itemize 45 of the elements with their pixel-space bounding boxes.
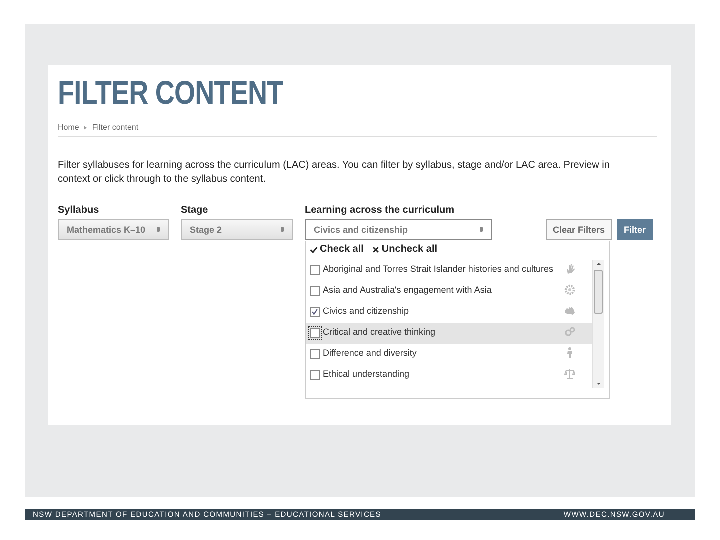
clear-filters-button[interactable]: Clear Filters: [546, 219, 612, 240]
gears-icon: [564, 326, 576, 338]
checkbox[interactable]: [310, 286, 320, 296]
checkbox[interactable]: [310, 370, 320, 380]
hand-icon: [564, 263, 576, 275]
checkbox[interactable]: [310, 307, 320, 317]
up-arrow-icon[interactable]: [594, 260, 602, 268]
check-icon: [310, 246, 318, 254]
check-all-link[interactable]: Check all: [310, 244, 364, 255]
scrollbar[interactable]: [592, 260, 604, 388]
filter-label: Learning across the curriculum: [305, 205, 456, 216]
caret-icon: [480, 227, 483, 232]
close-icon: [372, 246, 380, 254]
option-label: Civics and citizenship: [323, 305, 410, 317]
filter-button[interactable]: Filter: [617, 219, 654, 240]
breadcrumb-current: Filter content: [92, 123, 139, 132]
dropdown-select[interactable]: Civics and citizenship: [305, 219, 492, 240]
option-label: Critical and creative thinking: [323, 326, 437, 338]
option-label: Asia and Australia's engagement with Asia: [323, 284, 493, 296]
checkbox[interactable]: [310, 265, 320, 275]
dropdown-option[interactable]: Critical and creative thinking: [306, 323, 592, 344]
option-label: Difference and diversity: [323, 347, 418, 359]
dropdown-option[interactable]: Difference and diversity: [306, 344, 592, 365]
dropdown-select[interactable]: Mathematics K–10: [58, 219, 169, 240]
dropdown-select[interactable]: Stage 2: [181, 219, 293, 240]
option-label: Aboriginal and Torres Strait Islander histories and cultures: [323, 263, 554, 275]
page-title: FILTER CONTENT: [58, 73, 284, 113]
breadcrumb-link[interactable]: Home: [58, 123, 80, 132]
option-label: Ethical understanding: [323, 368, 411, 380]
intro-text: Filter syllabuses for learning across the curriculum (LAC) areas. You can filter by syllabus, stage and/or LAC area. Preview in context or click through to the syllabus content.: [58, 159, 611, 187]
uncheck-all-link[interactable]: Uncheck all: [372, 244, 438, 255]
down-arrow-icon[interactable]: [594, 380, 602, 388]
filter-label: Syllabus: [58, 205, 100, 216]
dropdown-option[interactable]: Asia and Australia's engagement with Asia: [306, 281, 592, 302]
caret-icon: [157, 227, 160, 232]
scales-icon: [564, 368, 576, 380]
dropdown-option[interactable]: Aboriginal and Torres Strait Islander histories and cultures: [306, 260, 592, 281]
gear-icon: [564, 284, 576, 296]
dropdown-option[interactable]: Ethical understanding: [306, 365, 592, 386]
checkbox[interactable]: [310, 349, 320, 359]
map-icon: [564, 305, 576, 317]
dropdown-option[interactable]: Civics and citizenship: [306, 302, 592, 323]
filter-label: Stage: [181, 205, 210, 216]
caret-icon: [281, 227, 284, 232]
checkbox[interactable]: [310, 328, 320, 338]
